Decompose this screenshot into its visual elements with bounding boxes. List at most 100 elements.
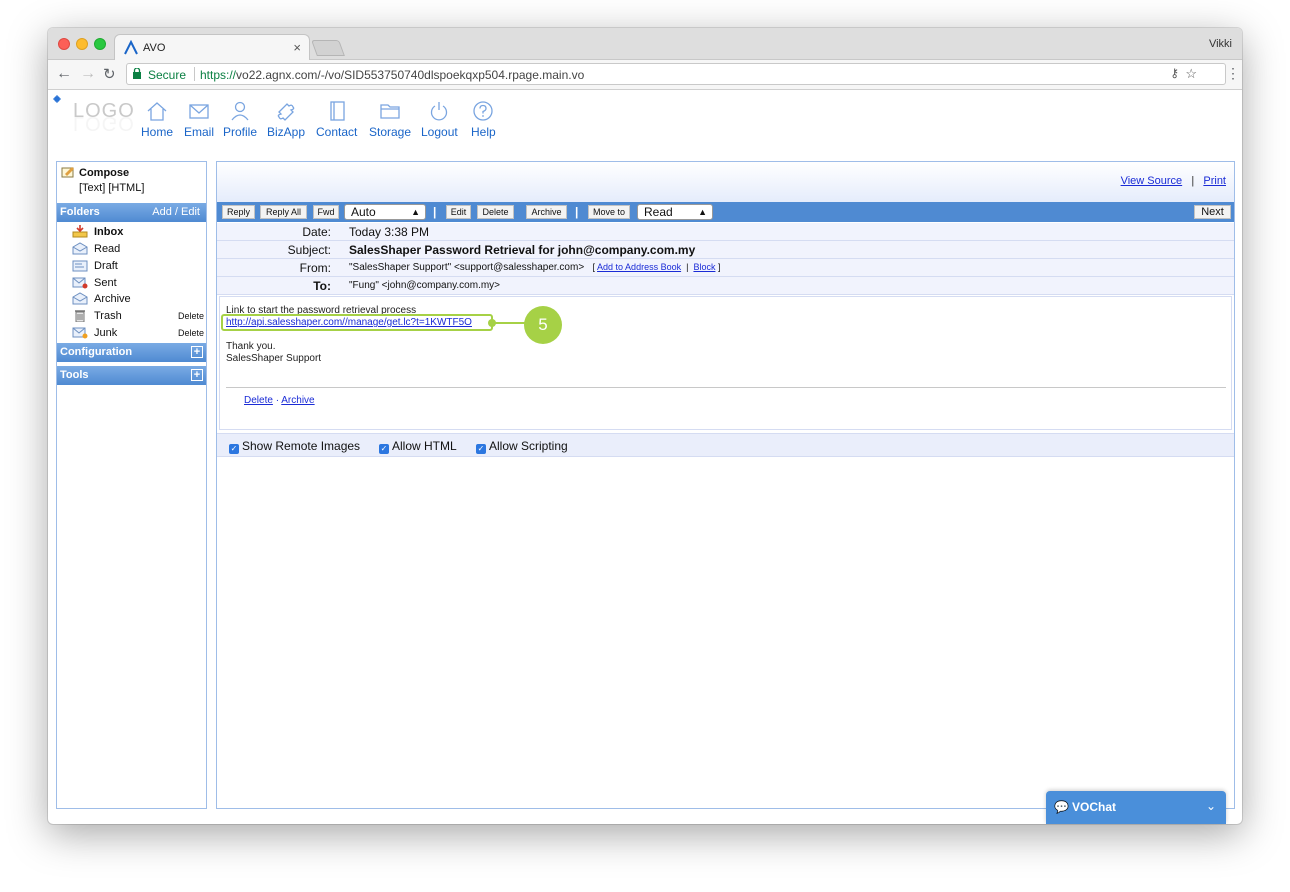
address-book-icon bbox=[330, 101, 345, 121]
toolbar-divider: | bbox=[433, 205, 437, 219]
compose-button[interactable]: Compose bbox=[61, 166, 129, 179]
url-scheme: https:// bbox=[200, 68, 237, 82]
nav-profile[interactable]: Profile bbox=[223, 100, 257, 139]
logo: LOGO LOGO bbox=[53, 95, 133, 131]
callout-highlight bbox=[221, 314, 493, 331]
allow-scripting-option[interactable]: ✓ Allow Scripting bbox=[476, 439, 568, 454]
folder-junk-label: Junk bbox=[94, 327, 118, 339]
tab-title: AVO bbox=[143, 42, 166, 54]
checkbox-checked-icon[interactable]: ✓ bbox=[379, 444, 389, 454]
nav-contact[interactable]: Contact bbox=[316, 100, 357, 139]
nav-help[interactable]: Help bbox=[471, 100, 496, 139]
folder-inbox[interactable]: Inbox bbox=[72, 225, 206, 240]
nav-profile-label: Profile bbox=[223, 125, 258, 139]
menu-kebab-icon[interactable]: ⋮ bbox=[1226, 65, 1240, 82]
tools-header[interactable]: Tools + bbox=[57, 366, 206, 385]
folders-header: Folders Add / Edit bbox=[57, 203, 206, 222]
to-value: "Fung" <john@company.com.my> bbox=[349, 280, 501, 291]
folder-draft[interactable]: Draft bbox=[72, 259, 206, 274]
folder-read[interactable]: Read bbox=[72, 242, 206, 257]
browser-profile-name[interactable]: Vikki bbox=[1209, 38, 1232, 50]
forward-button[interactable]: Fwd bbox=[313, 205, 339, 219]
show-remote-images-option[interactable]: ✓ Show Remote Images bbox=[229, 439, 360, 454]
edit-button[interactable]: Edit bbox=[446, 205, 471, 219]
print-link[interactable]: Print bbox=[1203, 175, 1226, 187]
select-arrows-icon: ▲ bbox=[698, 207, 707, 217]
forward-icon[interactable]: → bbox=[80, 65, 96, 83]
add-to-address-book-link[interactable]: Add to Address Book bbox=[597, 262, 681, 272]
view-source-link[interactable]: View Source bbox=[1121, 175, 1183, 187]
nav-logout[interactable]: Logout bbox=[421, 100, 458, 139]
configuration-header[interactable]: Configuration + bbox=[57, 343, 206, 362]
key-icon[interactable]: ⚷ bbox=[1170, 66, 1179, 80]
empty-trash-link[interactable]: Delete bbox=[178, 311, 204, 321]
checkbox-checked-icon[interactable]: ✓ bbox=[476, 444, 486, 454]
person-icon bbox=[231, 101, 249, 121]
from-label: From: bbox=[299, 261, 331, 275]
omnibox-divider bbox=[194, 67, 195, 81]
view-links: View Source | Print bbox=[1121, 175, 1226, 187]
new-tab-button[interactable] bbox=[311, 40, 345, 56]
reply-all-button[interactable]: Reply All bbox=[260, 205, 307, 219]
close-window-button[interactable] bbox=[58, 38, 70, 50]
to-label: To: bbox=[313, 279, 331, 293]
nav-email-label: Email bbox=[184, 125, 215, 139]
reply-button[interactable]: Reply bbox=[222, 205, 255, 219]
folder-trash[interactable]: Trash Delete bbox=[72, 309, 206, 324]
move-folder-select[interactable]: Read ▲ bbox=[637, 204, 713, 220]
auto-select-value: Auto bbox=[351, 205, 376, 219]
from-value: "SalesShaper Support" <support@salesshap… bbox=[349, 262, 585, 273]
nav-home[interactable]: Home bbox=[141, 100, 173, 139]
move-to-button[interactable]: Move to bbox=[588, 205, 630, 219]
subject-label: Subject: bbox=[287, 243, 331, 257]
star-icon[interactable]: ☆ bbox=[1185, 66, 1197, 82]
reload-icon[interactable]: ↻ bbox=[103, 65, 116, 83]
vochat-widget[interactable]: 💬 VOChat ⌄ bbox=[1046, 791, 1226, 824]
add-edit-folders-link[interactable]: Add / Edit bbox=[152, 206, 200, 218]
folder-archive[interactable]: Archive bbox=[72, 292, 206, 307]
url-text[interactable]: https://vo22.agnx.com/-/vo/SID553750740d… bbox=[200, 68, 584, 82]
maximize-window-button[interactable] bbox=[94, 38, 106, 50]
compose-modes[interactable]: [Text] [HTML] bbox=[79, 182, 144, 194]
app-navigation: LOGO LOGO Home Email Profile BizApp Cont… bbox=[48, 90, 1242, 160]
nav-email[interactable]: Email bbox=[184, 100, 214, 139]
folder-sent[interactable]: Sent bbox=[72, 276, 206, 291]
footer-archive-link[interactable]: Archive bbox=[281, 395, 314, 406]
block-sender-link[interactable]: Block bbox=[693, 262, 715, 272]
expand-plus-icon[interactable]: + bbox=[191, 369, 203, 381]
next-button[interactable]: Next bbox=[1194, 205, 1231, 219]
address-bar[interactable]: Secure https://vo22.agnx.com/-/vo/SID553… bbox=[126, 63, 1226, 85]
inbox-icon bbox=[72, 225, 88, 238]
date-value: Today 3:38 PM bbox=[349, 225, 430, 239]
nav-bizapp[interactable]: BizApp bbox=[267, 100, 305, 139]
back-icon[interactable]: ← bbox=[56, 65, 72, 83]
expand-plus-icon[interactable]: + bbox=[191, 346, 203, 358]
link-separator: | bbox=[1185, 175, 1201, 187]
allow-html-label: Allow HTML bbox=[392, 439, 457, 453]
nav-storage-label: Storage bbox=[369, 125, 412, 139]
footer-delete-link[interactable]: Delete bbox=[244, 395, 273, 406]
browser-tab[interactable]: AVO × bbox=[114, 34, 310, 61]
empty-junk-link[interactable]: Delete bbox=[178, 328, 204, 338]
auto-select[interactable]: Auto ▲ bbox=[344, 204, 426, 220]
delete-button[interactable]: Delete bbox=[477, 205, 514, 219]
nav-contact-label: Contact bbox=[316, 125, 358, 139]
checkbox-checked-icon[interactable]: ✓ bbox=[229, 444, 239, 454]
select-arrows-icon: ▲ bbox=[411, 207, 420, 217]
minimize-window-button[interactable] bbox=[76, 38, 88, 50]
callout-dot bbox=[488, 319, 496, 327]
folder-archive-label: Archive bbox=[94, 293, 131, 305]
chevron-down-icon[interactable]: ⌄ bbox=[1206, 799, 1216, 813]
sent-icon bbox=[72, 277, 88, 289]
folder-junk[interactable]: Junk Delete bbox=[72, 326, 206, 341]
allow-html-option[interactable]: ✓ Allow HTML bbox=[379, 439, 457, 454]
toolbar-divider: | bbox=[575, 205, 579, 219]
nav-storage[interactable]: Storage bbox=[369, 100, 411, 139]
from-field: "SalesShaper Support" <support@salesshap… bbox=[349, 262, 720, 273]
browser-window: AVO × Vikki ← → ↻ Secure https://vo22.ag… bbox=[48, 28, 1242, 824]
question-icon bbox=[473, 101, 493, 121]
folder-draft-label: Draft bbox=[94, 260, 118, 272]
folders-label: Folders bbox=[60, 206, 100, 218]
tab-close-icon[interactable]: × bbox=[293, 40, 301, 55]
archive-button[interactable]: Archive bbox=[526, 205, 567, 219]
